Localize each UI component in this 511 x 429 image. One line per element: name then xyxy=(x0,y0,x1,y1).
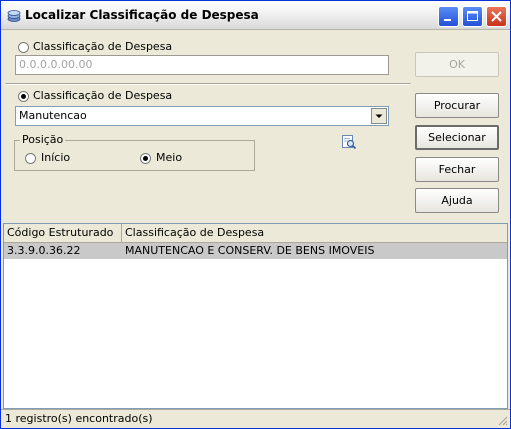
radio-search-by-description[interactable] xyxy=(18,91,29,102)
radio-position-inicio[interactable] xyxy=(25,153,36,164)
radio-search-by-code-label: Classificação de Despesa xyxy=(33,40,173,53)
ok-button[interactable]: OK xyxy=(415,52,499,77)
radio-position-inicio-label: Início xyxy=(41,151,71,164)
radio-search-by-description-label: Classificação de Despesa xyxy=(33,89,173,102)
radio-search-by-code[interactable] xyxy=(18,42,29,53)
chevron-down-icon xyxy=(375,114,383,118)
window-title: Localizar Classificação de Despesa xyxy=(25,8,259,22)
fechar-button[interactable]: Fechar xyxy=(415,157,499,182)
resize-grip-icon[interactable] xyxy=(496,414,508,426)
grid-header: Código Estruturado Classificação de Desp… xyxy=(4,224,507,243)
title-bar[interactable]: Localizar Classificação de Despesa xyxy=(1,1,510,30)
procurar-button[interactable]: Procurar xyxy=(415,93,499,118)
minimize-button[interactable] xyxy=(438,6,459,27)
status-text: 1 registro(s) encontrado(s) xyxy=(5,412,153,425)
stack-layers-icon xyxy=(7,10,21,22)
column-header-classificacao[interactable]: Classificação de Despesa xyxy=(122,224,507,242)
combo-dropdown-button[interactable] xyxy=(371,108,387,124)
results-grid[interactable]: Código Estruturado Classificação de Desp… xyxy=(3,223,508,409)
description-combo-value: Manutencao xyxy=(19,109,87,122)
cell-codigo: 3.3.9.0.36.22 xyxy=(7,244,81,257)
separator xyxy=(5,83,411,85)
close-button[interactable] xyxy=(486,6,507,27)
close-icon xyxy=(491,11,502,22)
radio-position-meio[interactable] xyxy=(140,153,151,164)
maximize-icon xyxy=(467,11,478,21)
status-bar: 1 registro(s) encontrado(s) xyxy=(1,409,510,428)
maximize-button[interactable] xyxy=(462,6,483,27)
radio-position-meio-label: Meio xyxy=(156,151,183,164)
code-input[interactable]: 0.0.0.0.00.00 xyxy=(15,55,389,75)
description-combo[interactable]: Manutencao xyxy=(15,106,389,126)
localizar-window: Localizar Classificação de Despesa Class… xyxy=(0,0,511,429)
position-legend: Posição xyxy=(20,133,66,146)
search-document-icon[interactable] xyxy=(341,134,357,150)
ajuda-button[interactable]: Ajuda xyxy=(415,188,499,213)
minimize-icon xyxy=(444,19,451,21)
dialog-client-area: Classificação de Despesa 0.0.0.0.00.00 O… xyxy=(1,30,510,428)
cell-classificacao: MANUTENCAO E CONSERV. DE BENS IMOVEIS xyxy=(125,244,375,257)
selecionar-button[interactable]: Selecionar xyxy=(415,125,499,150)
table-row[interactable]: 3.3.9.0.36.22 MANUTENCAO E CONSERV. DE B… xyxy=(4,243,507,259)
column-header-codigo[interactable]: Código Estruturado xyxy=(4,224,122,242)
